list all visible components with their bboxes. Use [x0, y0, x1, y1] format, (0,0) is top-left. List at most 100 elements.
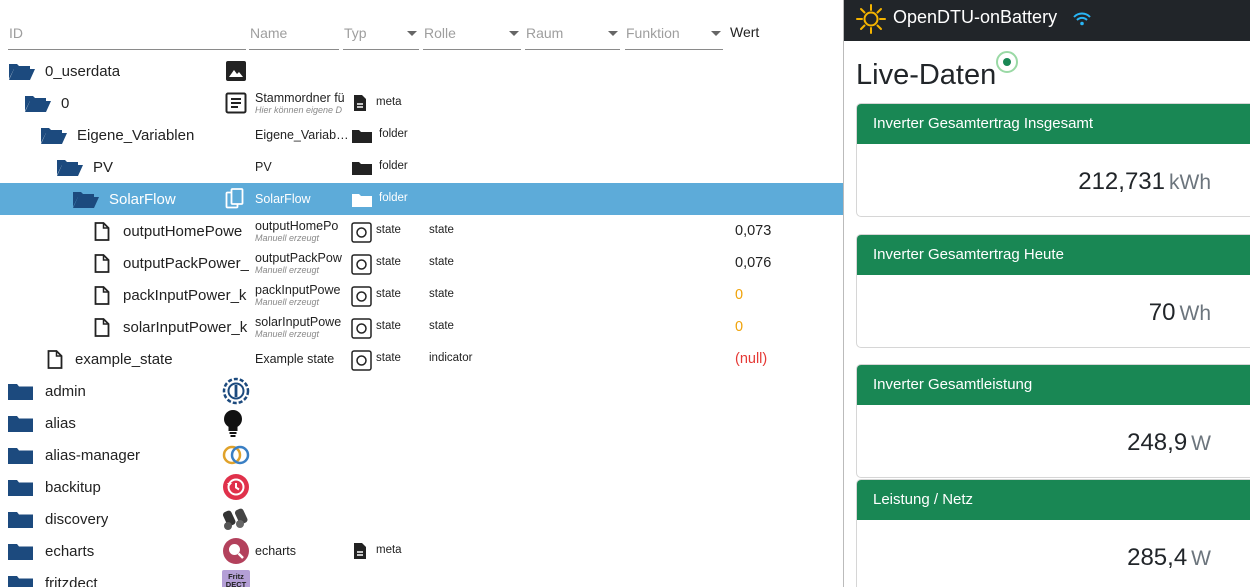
- value-number: 212,731: [1078, 168, 1165, 195]
- type-text: meta: [376, 96, 402, 108]
- file-icon: [47, 350, 63, 369]
- name-cell: outputHomePo Manuell erzeugt: [255, 215, 348, 247]
- name-cell: PV: [255, 151, 348, 183]
- tree-row-solarflow[interactable]: SolarFlow SolarFlow folder: [0, 183, 843, 215]
- article-icon: [225, 92, 247, 114]
- tree-row-outputpackpower[interactable]: outputPackPower_ outputPackPow Manuell e…: [0, 247, 843, 279]
- state-value[interactable]: 0: [735, 287, 743, 303]
- tree-label: SolarFlow: [109, 191, 176, 208]
- tree-row-fritzdect[interactable]: fritzdect Fritz DECT: [0, 567, 843, 587]
- filter-role[interactable]: Rolle: [423, 18, 527, 52]
- role-text: state: [429, 224, 454, 236]
- tree-row-example-state[interactable]: example_state Example state state indica…: [0, 343, 843, 375]
- tree-label: example_state: [75, 351, 173, 368]
- tree-row-admin[interactable]: admin: [0, 375, 843, 407]
- filter-name-label: Name: [250, 25, 288, 41]
- tree-label: outputHomePowe: [123, 223, 243, 240]
- sun-icon[interactable]: [855, 3, 887, 35]
- tree-row-discovery[interactable]: discovery: [0, 503, 843, 535]
- folder-open-icon[interactable]: [56, 158, 84, 177]
- card-value: 212,731 kWh: [1078, 168, 1211, 196]
- folder-icon[interactable]: [8, 415, 33, 432]
- tree-row-pv[interactable]: PV PV folder: [0, 151, 843, 183]
- folder-open-icon[interactable]: [72, 190, 100, 209]
- folder-icon[interactable]: [8, 447, 33, 464]
- tree-row-solarinputpower[interactable]: solarInputPower_k solarInputPowe Manuell…: [0, 311, 843, 343]
- filter-id[interactable]: ID: [8, 18, 252, 52]
- echarts-icon: [223, 538, 249, 564]
- tree-row-packinputpower[interactable]: packInputPower_k packInputPowe Manuell e…: [0, 279, 843, 311]
- chevron-down-icon: [407, 31, 417, 36]
- filter-name[interactable]: Name: [249, 18, 345, 52]
- state-icon: [351, 350, 372, 371]
- name-cell: packInputPowe Manuell erzeugt: [255, 279, 348, 311]
- filter-role-label: Rolle: [424, 25, 456, 41]
- status-indicator: [996, 51, 1018, 73]
- meta-file-icon: [354, 543, 366, 559]
- name-description: Manuell erzeugt: [255, 329, 320, 339]
- name-text: PV: [255, 160, 272, 174]
- state-value[interactable]: (null): [735, 351, 767, 367]
- filter-function-label: Funktion: [626, 25, 680, 41]
- card-header: Inverter Gesamtertrag Heute: [857, 235, 1250, 275]
- name-description: Hier können eigene D: [255, 105, 343, 115]
- tree-row-backitup[interactable]: backitup: [0, 471, 843, 503]
- page-title: Live-Daten: [856, 59, 997, 91]
- folder-icon[interactable]: [8, 575, 33, 587]
- value-number: 70: [1148, 299, 1176, 326]
- tree-row-0[interactable]: 0 Stammordner fü Hier können eigene D me…: [0, 87, 843, 119]
- state-value[interactable]: 0,076: [735, 255, 771, 271]
- folder-icon[interactable]: [8, 479, 33, 496]
- opendtu-panel: OpenDTU-onBattery Live-Daten Inverter Ge…: [843, 0, 1250, 587]
- folder-icon: [352, 162, 372, 175]
- state-icon: [351, 254, 372, 275]
- card-value: 70 Wh: [1149, 299, 1211, 327]
- tree-label: 0: [61, 95, 70, 112]
- name-text: packInputPowe: [255, 283, 341, 297]
- type-text: folder: [379, 192, 408, 204]
- file-icon: [94, 318, 110, 337]
- fritz-dect-icon: Fritz DECT: [222, 570, 250, 587]
- folder-open-icon[interactable]: [8, 62, 36, 81]
- state-value[interactable]: 0,073: [735, 223, 771, 239]
- folder-icon[interactable]: [8, 511, 33, 528]
- tree-row-eigene-variablen[interactable]: Eigene_Variablen Eigene_Variab… folder: [0, 119, 843, 151]
- state-icon: [351, 222, 372, 243]
- folder-icon[interactable]: [8, 543, 33, 560]
- type-text: state: [376, 288, 401, 300]
- type-text: state: [376, 320, 401, 332]
- role-text: state: [429, 256, 454, 268]
- value-number: 248,9: [1127, 429, 1188, 456]
- copy-icon[interactable]: [225, 188, 245, 210]
- name-text: outputPackPow: [255, 251, 342, 265]
- card-header: Inverter Gesamtertrag Insgesamt: [857, 104, 1250, 144]
- backup-restore-icon: [223, 474, 249, 500]
- folder-open-icon[interactable]: [24, 94, 52, 113]
- filter-room[interactable]: Raum: [525, 18, 626, 52]
- tree-row-0_userdata[interactable]: 0_userdata: [0, 55, 843, 87]
- name-text: Eigene_Variab…: [255, 128, 348, 142]
- file-icon: [94, 222, 110, 241]
- column-value-header: Wert: [730, 24, 760, 40]
- type-text: folder: [379, 160, 408, 172]
- type-text: folder: [379, 128, 408, 140]
- card-today-yield: Inverter Gesamtertrag Heute 70 Wh: [856, 234, 1250, 348]
- chevron-down-icon: [608, 31, 618, 36]
- value-unit: W: [1191, 547, 1211, 570]
- folder-open-icon[interactable]: [40, 126, 68, 145]
- name-cell: Example state: [255, 343, 348, 375]
- tree-row-alias-manager[interactable]: alias-manager: [0, 439, 843, 471]
- folder-icon[interactable]: [8, 383, 33, 400]
- brand-title[interactable]: OpenDTU-onBattery: [893, 7, 1057, 28]
- filter-type[interactable]: Typ: [343, 18, 425, 52]
- tree-row-echarts[interactable]: echarts echarts meta: [0, 535, 843, 567]
- object-browser: ID Name Typ Rolle Raum Funktion Wert 0_u…: [0, 0, 843, 587]
- tree-label: fritzdect: [45, 575, 98, 587]
- tree-row-outputhomepower[interactable]: outputHomePowe outputHomePo Manuell erze…: [0, 215, 843, 247]
- filter-function[interactable]: Funktion: [625, 18, 729, 52]
- state-value[interactable]: 0: [735, 319, 743, 335]
- type-text: state: [376, 352, 401, 364]
- name-cell: solarInputPowe Manuell erzeugt: [255, 311, 348, 343]
- tree-row-alias[interactable]: alias: [0, 407, 843, 439]
- name-cell: outputPackPow Manuell erzeugt: [255, 247, 348, 279]
